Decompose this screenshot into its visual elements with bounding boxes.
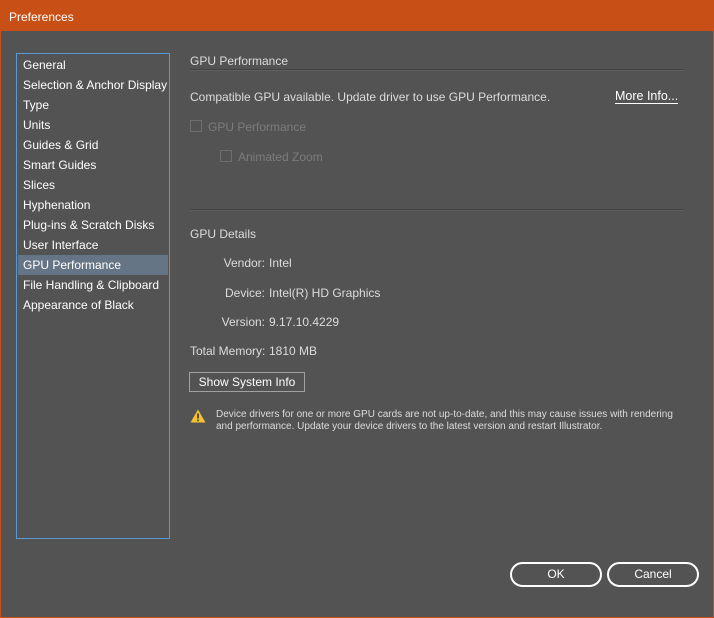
checkbox-box (190, 120, 202, 132)
vendor-value: Intel (269, 256, 292, 270)
cancel-button[interactable]: Cancel (607, 562, 699, 587)
warning-icon (190, 409, 206, 423)
sidebar-item-smart-guides[interactable]: Smart Guides (18, 155, 168, 175)
sidebar-item-type[interactable]: Type (18, 95, 168, 115)
sidebar-item-hyphenation[interactable]: Hyphenation (18, 195, 168, 215)
sidebar-item-guides-grid[interactable]: Guides & Grid (18, 135, 168, 155)
sidebar-item-units[interactable]: Units (18, 115, 168, 135)
ok-button[interactable]: OK (510, 562, 602, 587)
gpu-status-text: Compatible GPU available. Update driver … (190, 90, 551, 104)
sidebar-item-general[interactable]: General (18, 55, 168, 75)
device-label: Device: (224, 286, 265, 300)
animated-zoom-checkbox[interactable]: Animated Zoom (220, 150, 323, 164)
show-system-info-button[interactable]: Show System Info (189, 372, 305, 392)
gpu-performance-checkbox-label: GPU Performance (208, 120, 307, 134)
animated-zoom-checkbox-label: Animated Zoom (238, 150, 323, 164)
device-value: Intel(R) HD Graphics (269, 286, 381, 300)
total-memory-value: 1810 MB (269, 344, 318, 358)
sidebar-item-file-handling-clipboard[interactable]: File Handling & Clipboard (18, 275, 168, 295)
window-title: Preferences (9, 10, 74, 24)
driver-warning-text: Device drivers for one or more GPU cards… (216, 409, 673, 432)
more-info-link[interactable]: More Info... (615, 89, 679, 104)
version-value: 9.17.10.4229 (269, 315, 340, 329)
checkbox-box (220, 150, 232, 162)
sidebar-item-plugins-scratch-disks[interactable]: Plug-ins & Scratch Disks (18, 215, 168, 235)
sidebar-item-gpu-performance[interactable]: GPU Performance (18, 255, 168, 275)
sidebar-item-appearance-of-black[interactable]: Appearance of Black (18, 295, 168, 315)
vendor-label: Vendor: (223, 256, 265, 270)
sidebar-item-user-interface[interactable]: User Interface (18, 235, 168, 255)
preferences-sidebar: General Selection & Anchor Display Type … (16, 53, 170, 539)
total-memory-label: Total Memory: (190, 344, 266, 358)
gpu-details-heading: GPU Details (190, 227, 257, 241)
preferences-dialog: Preferences General Selection & Anchor D… (0, 0, 714, 618)
sidebar-item-slices[interactable]: Slices (18, 175, 168, 195)
version-label: Version: (221, 315, 265, 329)
sidebar-item-selection-anchor-display[interactable]: Selection & Anchor Display (18, 75, 168, 95)
section-divider (190, 69, 684, 71)
section-divider (190, 209, 684, 211)
title-bar[interactable]: Preferences (1, 1, 713, 31)
gpu-performance-checkbox[interactable]: GPU Performance (190, 120, 306, 134)
gpu-performance-heading: GPU Performance (190, 54, 289, 68)
